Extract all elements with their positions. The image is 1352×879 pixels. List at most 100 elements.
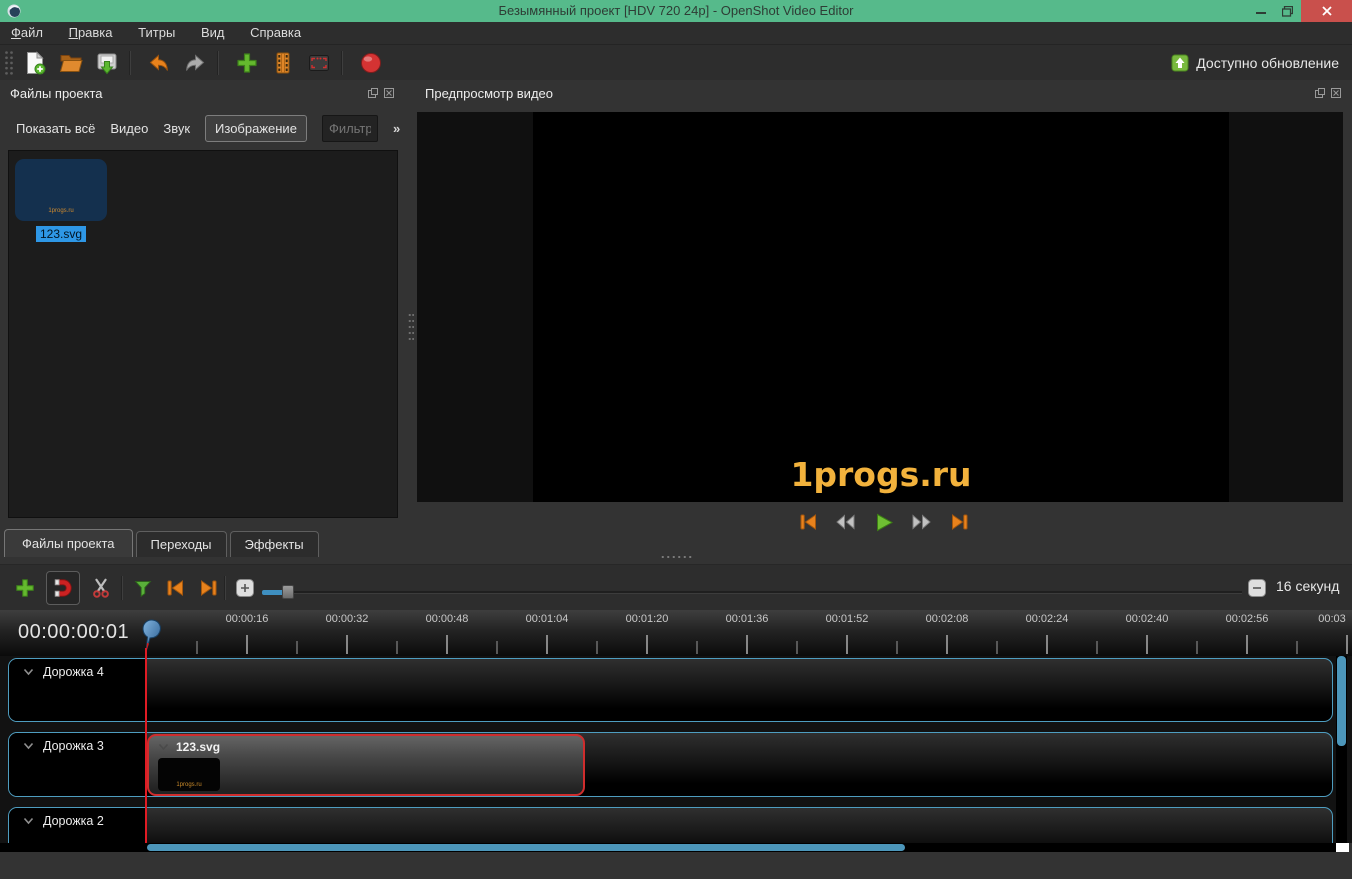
undo-button[interactable]: [144, 48, 174, 78]
ruler-timestamp: 00:01:36: [720, 613, 774, 625]
timeline-zoom-slider[interactable]: [262, 585, 1242, 599]
file-item[interactable]: 1progs.ru 123.svg: [15, 159, 107, 242]
jump-end-icon: [949, 512, 971, 532]
video-preview-header: Предпросмотр видео: [415, 80, 1352, 106]
previous-marker-button[interactable]: [162, 575, 188, 601]
close-button[interactable]: [1301, 0, 1352, 22]
play-button[interactable]: [871, 510, 897, 534]
update-available[interactable]: Доступно обновление: [1171, 54, 1352, 72]
ruler-tick-minor: [796, 641, 798, 654]
redo-button[interactable]: [180, 48, 210, 78]
minimize-icon: [1256, 6, 1266, 16]
timeline-clip-selected[interactable]: 123.svg 1progs.ru: [147, 734, 585, 796]
ruler-tick-major: [646, 635, 648, 654]
timeline-vertical-scrollbar[interactable]: [1336, 656, 1347, 843]
snapping-toggle-button[interactable]: [46, 571, 80, 605]
toolbar-separator: [121, 576, 123, 600]
close-dock-icon[interactable]: [383, 87, 395, 99]
ruler-tick-major: [946, 635, 948, 654]
timeline-ruler[interactable]: 00:00:00:01 00:00:1600:00:3200:00:4800:0…: [0, 610, 1352, 656]
restore-button[interactable]: [1274, 0, 1301, 22]
toolbar-separator: [341, 51, 343, 75]
zoom-in-button[interactable]: [236, 579, 254, 600]
filter-image[interactable]: Изображение: [205, 115, 307, 142]
toolbar-overflow-button[interactable]: »: [393, 121, 400, 136]
project-files-list: 1progs.ru 123.svg: [8, 150, 398, 518]
file-thumbnail[interactable]: 1progs.ru: [15, 159, 107, 221]
filter-audio[interactable]: Звук: [163, 121, 190, 136]
rewind-icon: [834, 512, 857, 532]
update-available-label: Доступно обновление: [1196, 55, 1339, 71]
statusbar: [0, 852, 1352, 879]
scrollbar-corner: [1336, 843, 1349, 852]
menu-help[interactable]: Справка: [239, 22, 312, 44]
import-files-icon: [235, 51, 259, 75]
playhead-marker[interactable]: [137, 612, 163, 656]
jump-start-button[interactable]: [795, 510, 821, 534]
add-marker-button[interactable]: [130, 575, 156, 601]
ruler-tick-minor: [996, 641, 998, 654]
slider-groove[interactable]: [262, 591, 1242, 594]
timeline-horizontal-scrollbar[interactable]: [0, 843, 1336, 852]
export-video-button[interactable]: [356, 48, 386, 78]
ruler-timestamp: 00:02:56: [1220, 613, 1274, 625]
next-marker-button[interactable]: [196, 575, 222, 601]
choose-profile-button[interactable]: [268, 48, 298, 78]
float-dock-icon[interactable]: [367, 87, 379, 99]
redo-icon: [183, 51, 207, 75]
clip-menu-icon[interactable]: [158, 743, 169, 751]
filter-video[interactable]: Видео: [110, 121, 148, 136]
zoom-out-button[interactable]: [1248, 579, 1266, 600]
jump-end-button[interactable]: [947, 510, 973, 534]
ruler-tick-minor: [1196, 641, 1198, 654]
track-row-2[interactable]: Дорожка 2: [8, 807, 1333, 843]
ruler-tick-minor: [696, 641, 698, 654]
slider-handle[interactable]: [282, 585, 294, 599]
file-name-selected[interactable]: 123.svg: [36, 226, 86, 242]
close-dock-icon[interactable]: [1330, 87, 1342, 99]
fast-forward-button[interactable]: [909, 510, 935, 534]
clip-thumbnail: 1progs.ru: [158, 758, 220, 791]
track-collapse-icon[interactable]: [23, 817, 34, 825]
minimize-button[interactable]: [1247, 0, 1274, 22]
vertical-scroll-thumb[interactable]: [1337, 656, 1346, 746]
menu-file[interactable]: Файл: [0, 22, 54, 44]
thumbnail-watermark: 1progs.ru: [15, 208, 107, 214]
toolbar-separator: [224, 576, 226, 600]
new-project-button[interactable]: [20, 48, 50, 78]
ruler-tick-minor: [196, 641, 198, 654]
previous-marker-icon: [164, 578, 186, 598]
main-toolbar: Доступно обновление: [0, 45, 1352, 80]
razor-tool-button[interactable]: [88, 575, 114, 601]
panel-splitter[interactable]: [405, 80, 415, 558]
filter-show-all[interactable]: Показать всё: [16, 121, 95, 136]
toolbar-grip[interactable]: [4, 50, 14, 76]
ruler-tick-major: [546, 635, 548, 654]
fullscreen-button[interactable]: [304, 48, 334, 78]
menu-view[interactable]: Вид: [190, 22, 236, 44]
open-project-button[interactable]: [56, 48, 86, 78]
menu-edit[interactable]: Правка: [58, 22, 124, 44]
track-collapse-icon[interactable]: [23, 742, 34, 750]
video-watermark-text: 1progs.ru: [533, 455, 1229, 494]
new-project-icon: [23, 51, 47, 75]
track-collapse-icon[interactable]: [23, 668, 34, 676]
playback-controls: [415, 510, 1352, 534]
track-name: Дорожка 2: [43, 814, 104, 828]
ruler-timestamp: 00:02:08: [920, 613, 974, 625]
add-track-button[interactable]: [12, 575, 38, 601]
ruler-tick-minor: [596, 641, 598, 654]
files-filter-input[interactable]: [322, 115, 378, 142]
horizontal-scroll-thumb[interactable]: [147, 844, 905, 851]
handle-dots-icon: [660, 555, 692, 559]
dock-resize-handle[interactable]: [0, 551, 1352, 563]
float-dock-icon[interactable]: [1314, 87, 1326, 99]
save-project-button[interactable]: [92, 48, 122, 78]
timeline-scale-label: 16 секунд: [1276, 578, 1339, 594]
import-files-button[interactable]: [232, 48, 262, 78]
menu-titles[interactable]: Титры: [127, 22, 186, 44]
track-row-4[interactable]: Дорожка 4: [8, 658, 1333, 722]
rewind-button[interactable]: [833, 510, 859, 534]
fullscreen-icon: [307, 51, 331, 75]
current-time: 00:00:00:01: [18, 621, 129, 644]
